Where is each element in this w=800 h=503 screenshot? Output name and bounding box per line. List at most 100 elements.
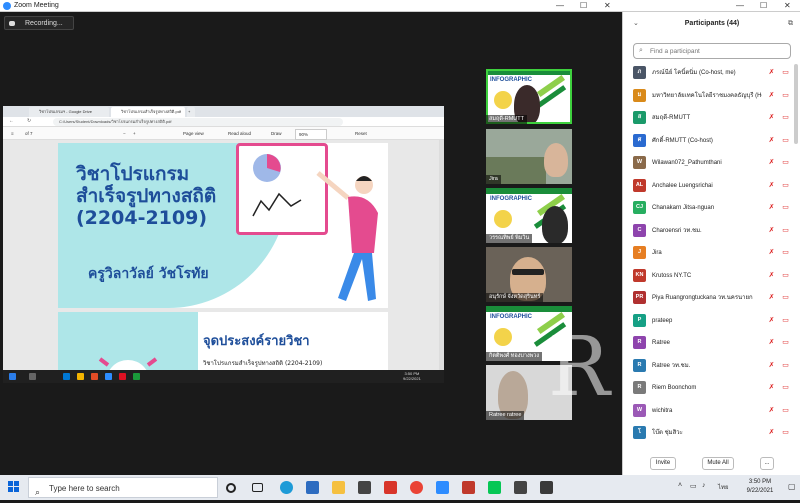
invite-button[interactable]: Invite (650, 457, 676, 470)
page-number: of 7 (25, 131, 33, 136)
video-tile-3[interactable]: INFOGRAPHIC วรรณทิพย์ พิ่มวิน (486, 188, 572, 243)
minimize-icon[interactable]: — (556, 0, 564, 12)
zoom-in-button[interactable]: + (133, 129, 136, 138)
notification-icon[interactable]: ▢ (788, 482, 796, 491)
zoom-out-button[interactable]: − (123, 129, 126, 138)
shared-clock: 3:50 PM 9/22/2021 (403, 371, 421, 381)
file-explorer-icon[interactable] (332, 481, 345, 494)
video-tile-1[interactable]: INFOGRAPHIC สมฤดี-RMUTT (486, 69, 572, 124)
video-off-icon: ▭ (782, 226, 789, 234)
participant-search-input[interactable] (650, 46, 788, 57)
address-bar-row: ← ↻ C:/Users/Student/Downloads/วิชาโปรแก… (3, 117, 444, 127)
pdf-scrollbar[interactable] (439, 140, 444, 373)
zoom-title-bar: Zoom Meeting — ☐ ✕ — ☐ ✕ (0, 0, 800, 12)
maximize-icon[interactable]: ☐ (580, 0, 587, 12)
read-aloud-button[interactable]: Read aloud (228, 129, 251, 138)
participant-name: prateep (652, 317, 673, 324)
objectives-heading: จุดประสงค์รายวิชา (203, 334, 310, 349)
tile-name: กิตติพงศ์ ทองบางพวง (486, 352, 543, 361)
participant-name: Wilawan072_Pathumthani (652, 160, 722, 166)
video-tile-4[interactable]: อนุรักษ์ จังหวัดสุรินทร์ (486, 247, 572, 302)
chevron-down-icon[interactable]: ⌄ (633, 12, 639, 36)
participant-row[interactable]: W Wilawan072_Pathumthani ✗ ▭ (623, 153, 795, 173)
participant-list-scrollbar[interactable] (794, 64, 798, 144)
pdf-viewer[interactable]: วิชาโปรแกรม สำเร็จรูปทางสถิติ (2204-2109… (3, 140, 444, 382)
participant-row[interactable]: ศ ศักดิ์-RMUTT (Co-host) ✗ ▭ (623, 131, 795, 151)
panel-maximize-icon[interactable]: ☐ (760, 0, 767, 12)
browser-tab-pdf[interactable]: วิชาโปรแกรมสำเร็จรูปทางสถิติ.pdf (111, 107, 185, 117)
ie-icon[interactable] (306, 481, 319, 494)
zoom-app-icon[interactable] (436, 481, 449, 494)
participant-row[interactable]: KN Krutoss NY.TC ✗ ▭ (623, 266, 795, 286)
taskbar-search[interactable]: ⌕ Type here to search (28, 477, 218, 498)
app-icon-dark[interactable] (514, 481, 527, 494)
close-icon[interactable]: ✕ (604, 0, 611, 12)
muted-mic-icon: ✗ (768, 271, 775, 279)
url-field[interactable]: C:/Users/Student/Downloads/วิชาโปรแกรมสำ… (53, 118, 343, 126)
participant-row[interactable]: ภ ภรณ์นีย์ โคนิ์ตนิ่ม (Co-host, me) ✗ ▭ (623, 63, 795, 83)
participant-search[interactable]: ⌕ (633, 43, 791, 59)
participant-row[interactable]: R Ratree ✗ ▭ (623, 333, 795, 353)
refresh-icon[interactable]: ↻ (27, 118, 31, 124)
new-tab-button[interactable]: + (187, 107, 195, 117)
video-off-icon: ▭ (782, 114, 789, 121)
video-off-icon: ▭ (782, 361, 789, 369)
recording-indicator[interactable]: Recording... (4, 16, 74, 30)
zoom-icon (105, 373, 112, 380)
page-view-button[interactable]: Page view (183, 129, 204, 138)
task-view-icon[interactable] (252, 483, 263, 492)
chrome-icon[interactable] (410, 481, 423, 494)
app-icon-gray[interactable] (540, 481, 553, 494)
office-icon[interactable] (384, 481, 397, 494)
participant-row[interactable]: AL Anchalee Luengsrichai ✗ ▭ (623, 176, 795, 196)
volume-icon[interactable]: ♪ (702, 482, 706, 489)
course-title: วิชาโปรแกรม สำเร็จรูปทางสถิติ (2204-2109… (76, 163, 217, 229)
participant-name: สมฤดี-RMUTT (652, 115, 691, 121)
store-icon[interactable] (358, 481, 371, 494)
participant-row[interactable]: C Charoensri วท.ชม. ✗ ▭ (623, 221, 795, 241)
back-icon[interactable]: ← (9, 118, 14, 124)
participant-row[interactable]: PR Piya Ruangrongtuckana วท.นครนายก ✗ ▭ (623, 288, 795, 308)
panel-close-icon[interactable]: ✕ (784, 0, 791, 12)
edge-browser-icon[interactable] (280, 481, 293, 494)
shared-screen[interactable]: วิชาโปรแกรมฯ - Google Drive วิชาโปรแกรมส… (3, 106, 444, 383)
taskbar-clock[interactable]: 3:50 PM 9/22/2021 (738, 478, 782, 496)
windows-start-button[interactable] (8, 481, 20, 493)
search-icon: ⌕ (639, 47, 643, 54)
reset-button[interactable]: Reset (355, 129, 367, 138)
participant-row[interactable]: Wwichitra ✗ ▭ (623, 401, 795, 421)
muted-mic-icon: ✗ (768, 316, 775, 324)
participant-name: wichitra (652, 407, 673, 414)
cortana-icon[interactable] (226, 483, 236, 493)
participant-name: ศักดิ์-RMUTT (Co-host) (652, 137, 713, 144)
more-button[interactable]: ... (760, 457, 774, 470)
video-tile-2[interactable]: Jira (486, 129, 572, 184)
menu-icon[interactable]: ≡ (11, 129, 14, 138)
popout-icon[interactable]: ⧉ (788, 12, 793, 36)
mute-all-button[interactable]: Mute All (702, 457, 734, 470)
browser-tab-drive[interactable]: วิชาโปรแกรมฯ - Google Drive (29, 107, 109, 117)
participant-row[interactable]: โ โบ๊ต ชุ่มสิวะ ✗ ▭ (623, 423, 795, 443)
panel-minimize-icon[interactable]: — (736, 0, 744, 12)
language-indicator[interactable]: ไทย (718, 482, 729, 492)
participant-row[interactable]: ส สมฤดี-RMUTT ✗ ▭ (623, 108, 795, 128)
muted-mic-icon: ✗ (768, 136, 775, 144)
video-off-icon: ▭ (782, 204, 789, 211)
muted-mic-icon: ✗ (768, 339, 775, 346)
muted-mic-icon: ✗ (768, 384, 775, 391)
tile-name: อนุรักษ์ จังหวัดสุรินทร์ (486, 293, 544, 302)
participant-row[interactable]: J Jira ✗ ▭ (623, 243, 795, 263)
zoom-level[interactable]: 90% (295, 129, 328, 140)
participant-row[interactable]: CJ Chanakarn Jitsa-nguan ✗ ▭ (623, 198, 795, 218)
participant-row[interactable]: R Ratree วท.ชม. ✗ ▭ (623, 356, 795, 376)
app-icon[interactable] (462, 481, 475, 494)
tray-chevron-icon[interactable]: ˄ (678, 482, 682, 489)
line-app-icon[interactable] (488, 481, 501, 494)
system-tray: ˄ ▭ ♪ ไทย 3:50 PM 9/22/2021 ▢ (670, 475, 800, 500)
participant-row[interactable]: R Riem Boonchom ✗ ▭ (623, 378, 795, 398)
participant-row[interactable]: Pprateep ✗ ▭ (623, 311, 795, 331)
participant-name: Jira (652, 250, 662, 256)
network-icon[interactable]: ▭ (690, 482, 697, 490)
participant-row[interactable]: ม มหาวิทยาลัยเทคโนโลยีราชมงคลธัญบุรี (Hos… (623, 86, 795, 106)
draw-button[interactable]: Draw (271, 129, 282, 138)
